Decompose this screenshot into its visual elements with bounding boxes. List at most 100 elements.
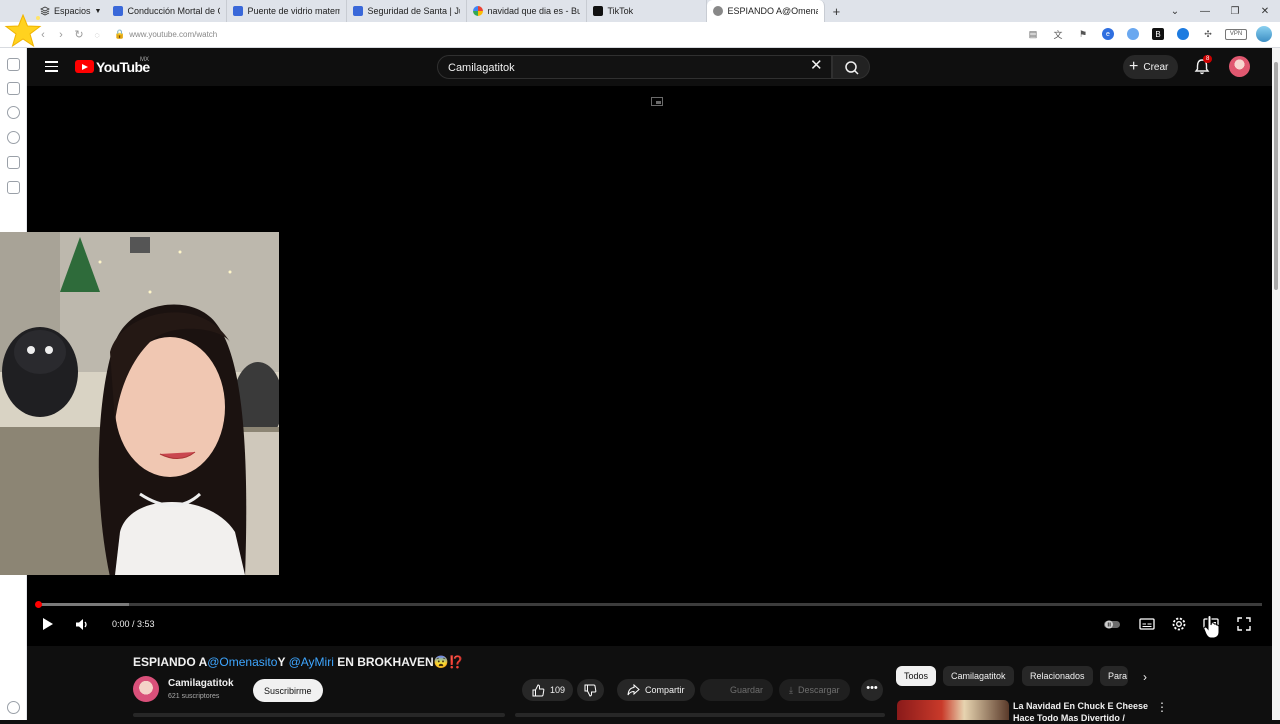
kebab-menu-icon[interactable]: ⋮ bbox=[1156, 700, 1168, 714]
search-input[interactable] bbox=[448, 60, 788, 75]
chip-channel[interactable]: Camilagatitok bbox=[943, 666, 1014, 686]
tab-title: ESPIANDO A@OmenasitoY bbox=[727, 6, 818, 16]
placeholder-bar bbox=[515, 713, 885, 717]
share-icon bbox=[627, 684, 640, 696]
browser-tab-4[interactable]: navidad que dia es - Buscar bbox=[467, 0, 588, 22]
url-field[interactable]: www.youtube.com/watch bbox=[129, 30, 217, 39]
add-panel-icon[interactable] bbox=[7, 181, 20, 194]
puzzle-icon[interactable]: ✣ bbox=[1200, 26, 1216, 42]
home-icon[interactable]: ◌ bbox=[88, 30, 106, 40]
extension-icon[interactable] bbox=[1175, 26, 1191, 42]
close-icon[interactable]: ✕ bbox=[810, 57, 823, 75]
browser-tab-2[interactable]: Puente de vidrio matemátic bbox=[227, 0, 348, 22]
recommendation-thumbnail[interactable] bbox=[897, 700, 1009, 720]
reload-icon[interactable]: ↻ bbox=[70, 28, 88, 41]
close-button[interactable]: ✕ bbox=[1250, 6, 1280, 17]
dislike-button[interactable] bbox=[577, 679, 604, 701]
download-button[interactable]: ⤓ Descargar bbox=[779, 679, 850, 701]
doc-icon bbox=[233, 6, 244, 16]
spaces-label: Espacios bbox=[54, 6, 91, 16]
browser-tab-5[interactable]: TikTok bbox=[587, 0, 708, 22]
tab-title: navidad que dia es - Buscar bbox=[487, 6, 580, 16]
play-icon[interactable] bbox=[43, 618, 53, 630]
download-icon[interactable] bbox=[7, 106, 20, 119]
profile-avatar[interactable] bbox=[1256, 26, 1272, 42]
title-text: EN BROKHAVEN😨⁉️ bbox=[333, 655, 464, 669]
browser-tab-active[interactable]: ESPIANDO A@OmenasitoY bbox=[707, 0, 826, 22]
scrollbar-thumb[interactable] bbox=[1274, 62, 1278, 290]
reader-icon[interactable]: ▤ bbox=[1025, 26, 1041, 42]
title-text: Y bbox=[277, 655, 289, 669]
lock-icon: 🔒 bbox=[114, 29, 126, 39]
miniplayer-icon[interactable] bbox=[651, 97, 663, 106]
gear-icon[interactable] bbox=[1171, 616, 1187, 632]
speaker-icon bbox=[713, 6, 724, 16]
youtube-logo-icon[interactable] bbox=[75, 60, 94, 73]
bookmark-icon[interactable] bbox=[7, 58, 20, 71]
tab-list-button[interactable]: ⌄ bbox=[1160, 6, 1190, 17]
extension-icon[interactable] bbox=[1125, 26, 1141, 42]
hand-cursor-icon bbox=[1203, 615, 1220, 639]
subscriber-count: 621 suscriptores bbox=[168, 693, 220, 700]
menu-icon[interactable] bbox=[45, 61, 58, 72]
save-button[interactable]: Guardar bbox=[700, 679, 773, 701]
gear-icon[interactable] bbox=[7, 701, 20, 714]
search-box bbox=[437, 55, 832, 79]
share-button[interactable]: Compartir bbox=[617, 679, 695, 701]
chevron-down-icon: ▼ bbox=[94, 7, 102, 15]
restore-button[interactable]: ❐ bbox=[1220, 6, 1250, 17]
progress-bar[interactable] bbox=[35, 601, 1262, 608]
scrubber-handle[interactable] bbox=[35, 601, 42, 608]
autoplay-toggle[interactable] bbox=[1104, 616, 1120, 632]
mention-link[interactable]: @AyMiri bbox=[289, 655, 334, 669]
browser-tab-bar: Espacios ▼ Conducción Mortal de Car Puen… bbox=[0, 0, 1280, 22]
tiktok-icon bbox=[593, 6, 604, 16]
history-icon[interactable] bbox=[7, 131, 20, 144]
bookmark-icon[interactable]: ⚑ bbox=[1075, 26, 1091, 42]
chip-all[interactable]: Todos bbox=[896, 666, 937, 686]
download-icon: ⤓ bbox=[789, 684, 793, 695]
volume-icon[interactable] bbox=[75, 618, 89, 631]
avatar[interactable] bbox=[1229, 56, 1250, 77]
extension-icon[interactable]: B bbox=[1150, 26, 1166, 42]
tab-title: Seguridad de Santa | Juega bbox=[367, 6, 460, 16]
mention-link[interactable]: @Omenasito bbox=[207, 655, 277, 669]
tab-title: Puente de vidrio matemátic bbox=[247, 6, 340, 16]
subscribe-button[interactable]: Suscribirme bbox=[253, 679, 323, 702]
like-count: 109 bbox=[550, 685, 566, 695]
recommendation-title[interactable]: La Navidad En Chuck E Cheese Hace Todo M… bbox=[1013, 700, 1153, 724]
reading-list-icon[interactable] bbox=[7, 82, 20, 95]
chip-for-you[interactable]: Para bbox=[1100, 666, 1128, 686]
page-scrollbar[interactable] bbox=[1272, 48, 1280, 720]
watch-metadata: ESPIANDO A@OmenasitoY @AyMiri EN BROKHAV… bbox=[27, 646, 1272, 723]
extensions-toolbar: ▤ 文 ⚑ e B ✣ VPN bbox=[1025, 26, 1272, 42]
channel-name[interactable]: Camilagatitok bbox=[168, 678, 234, 689]
thumbs-down-icon bbox=[584, 684, 597, 697]
search-button[interactable] bbox=[832, 55, 870, 79]
more-actions-button[interactable]: ••• bbox=[861, 679, 883, 701]
google-icon bbox=[473, 6, 484, 16]
browser-tab-1[interactable]: Conducción Mortal de Car bbox=[107, 0, 228, 22]
video-title: ESPIANDO A@OmenasitoY @AyMiri EN BROKHAV… bbox=[133, 655, 464, 669]
minimize-button[interactable]: — bbox=[1190, 6, 1220, 17]
like-button[interactable]: 109 bbox=[522, 679, 574, 701]
doc-icon bbox=[353, 6, 364, 16]
notes-icon[interactable] bbox=[7, 156, 20, 169]
plus-icon: + bbox=[1129, 58, 1139, 75]
chip-related[interactable]: Relacionados bbox=[1022, 666, 1093, 686]
vpn-button[interactable]: VPN bbox=[1225, 28, 1247, 40]
extension-icon[interactable]: e bbox=[1100, 26, 1116, 42]
title-text: ESPIANDO A bbox=[133, 655, 208, 669]
chevron-right-icon[interactable]: › bbox=[1143, 670, 1147, 684]
forward-icon[interactable]: › bbox=[52, 29, 70, 41]
fullscreen-icon[interactable] bbox=[1236, 616, 1252, 632]
subtitles-icon[interactable] bbox=[1139, 616, 1155, 632]
create-button[interactable]: + Crear bbox=[1123, 55, 1179, 79]
star-icon bbox=[4, 14, 42, 48]
channel-avatar[interactable] bbox=[133, 676, 159, 702]
browser-tab-3[interactable]: Seguridad de Santa | Juega bbox=[347, 0, 468, 22]
doc-icon bbox=[113, 6, 124, 16]
translate-icon[interactable]: 文 bbox=[1050, 26, 1066, 42]
create-label: Crear bbox=[1143, 61, 1169, 73]
new-tab-button[interactable]: + bbox=[825, 4, 847, 19]
